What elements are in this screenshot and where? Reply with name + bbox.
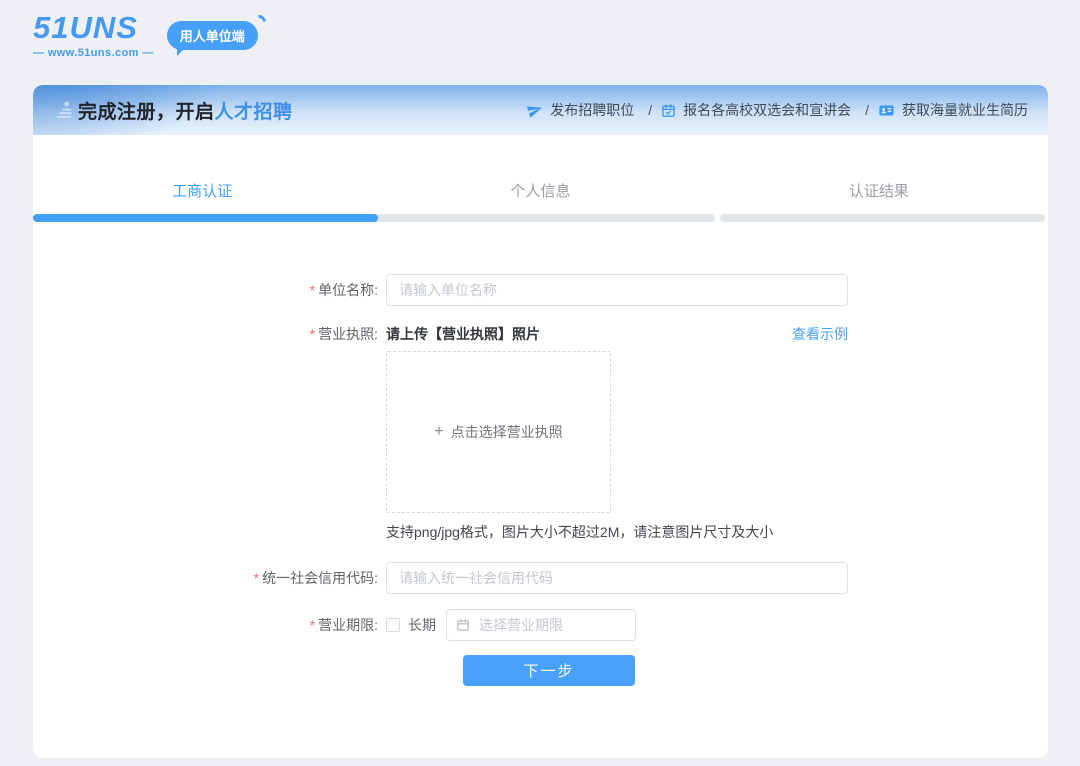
registration-card: 完成注册，开启 人才招聘 发布招聘职位 / 报名各高校双选会和宣讲会 bbox=[33, 85, 1048, 758]
top-bar: 51UNS — www.51uns.com — 用人单位端 bbox=[33, 13, 258, 59]
business-term-row: *营业期限: 长期 bbox=[33, 609, 1048, 641]
calendar-check-icon bbox=[661, 103, 676, 118]
promo-job-fairs: 报名各高校双选会和宣讲会 / bbox=[661, 100, 878, 120]
calendar-icon bbox=[456, 618, 470, 632]
company-name-label: *单位名称: bbox=[33, 280, 386, 300]
license-upload-box[interactable]: + 点击选择营业执照 bbox=[386, 351, 611, 513]
page-title-highlight: 人才招聘 bbox=[215, 97, 293, 124]
credit-code-input[interactable] bbox=[386, 562, 848, 594]
promo-post-jobs-label: 发布招聘职位 bbox=[550, 100, 634, 120]
business-license-row: *营业执照: 请上传【营业执照】照片 查看示例 + 点击选择营业执照 支持png… bbox=[33, 324, 1048, 542]
step-personal-info: 个人信息 bbox=[371, 180, 709, 201]
progress-bar bbox=[33, 214, 1048, 222]
promo-post-jobs: 发布招聘职位 / bbox=[527, 100, 661, 120]
banner-promo-links: 发布招聘职位 / 报名各高校双选会和宣讲会 / bbox=[527, 100, 1028, 120]
step-labels: 工商认证 个人信息 认证结果 bbox=[33, 180, 1048, 201]
id-card-icon bbox=[878, 102, 895, 119]
company-name-input[interactable] bbox=[386, 274, 848, 306]
business-term-label: *营业期限: bbox=[33, 615, 386, 635]
upload-box-label: 点击选择营业执照 bbox=[451, 422, 563, 442]
license-instruction: 请上传【营业执照】照片 bbox=[386, 324, 540, 344]
plus-icon: + bbox=[434, 423, 443, 441]
license-instruction-row: 请上传【营业执照】照片 查看示例 bbox=[386, 324, 848, 344]
business-certification-form: *单位名称: *营业执照: 请上传【营业执照】照片 查看示例 + 点击选择营业执… bbox=[33, 274, 1048, 686]
promo-resumes: 获取海量就业生简历 bbox=[878, 100, 1028, 120]
step-business-certification: 工商认证 bbox=[33, 180, 371, 201]
upload-format-hint: 支持png/jpg格式，图片大小不超过2M，请注意图片尺寸及大小 bbox=[386, 522, 848, 542]
separator: / bbox=[648, 102, 652, 118]
view-example-link[interactable]: 查看示例 bbox=[792, 324, 848, 344]
progress-track-right bbox=[720, 214, 1045, 222]
separator: / bbox=[865, 102, 869, 118]
business-license-field: 请上传【营业执照】照片 查看示例 + 点击选择营业执照 支持png/jpg格式，… bbox=[386, 324, 848, 542]
promo-resumes-label: 获取海量就业生简历 bbox=[902, 100, 1028, 120]
required-mark: * bbox=[310, 326, 315, 342]
business-license-label: *营业执照: bbox=[33, 324, 386, 344]
business-term-field: 长期 bbox=[386, 609, 636, 641]
badge-swoosh-icon bbox=[249, 12, 269, 32]
long-term-label[interactable]: 长期 bbox=[408, 615, 436, 635]
required-mark: * bbox=[310, 282, 315, 298]
banner: 完成注册，开启 人才招聘 发布招聘职位 / 报名各高校双选会和宣讲会 bbox=[33, 85, 1048, 135]
paper-plane-icon bbox=[525, 100, 545, 120]
step-certification-result: 认证结果 bbox=[710, 180, 1048, 201]
required-mark: * bbox=[254, 570, 259, 586]
step-wizard: 工商认证 个人信息 认证结果 bbox=[33, 135, 1048, 222]
long-term-checkbox[interactable] bbox=[386, 618, 400, 632]
promo-job-fairs-label: 报名各高校双选会和宣讲会 bbox=[683, 100, 851, 120]
page-title: 完成注册，开启 人才招聘 bbox=[53, 97, 293, 124]
logo-text: 51UNS bbox=[33, 13, 154, 43]
resume-watermark-icon bbox=[53, 99, 75, 121]
page-title-prefix: 完成注册，开启 bbox=[78, 97, 215, 124]
next-step-button[interactable]: 下一步 bbox=[463, 655, 635, 686]
company-name-row: *单位名称: bbox=[33, 274, 1048, 306]
credit-code-label: *统一社会信用代码: bbox=[33, 568, 386, 588]
logo[interactable]: 51UNS — www.51uns.com — bbox=[33, 13, 154, 59]
progress-fill bbox=[33, 214, 378, 222]
credit-code-row: *统一社会信用代码: bbox=[33, 562, 1048, 594]
required-mark: * bbox=[310, 617, 315, 633]
employer-badge: 用人单位端 bbox=[167, 21, 258, 50]
date-picker bbox=[446, 609, 636, 641]
employer-badge-label: 用人单位端 bbox=[180, 29, 245, 44]
site-url: — www.51uns.com — bbox=[33, 47, 154, 59]
business-term-date-input[interactable] bbox=[446, 609, 636, 641]
